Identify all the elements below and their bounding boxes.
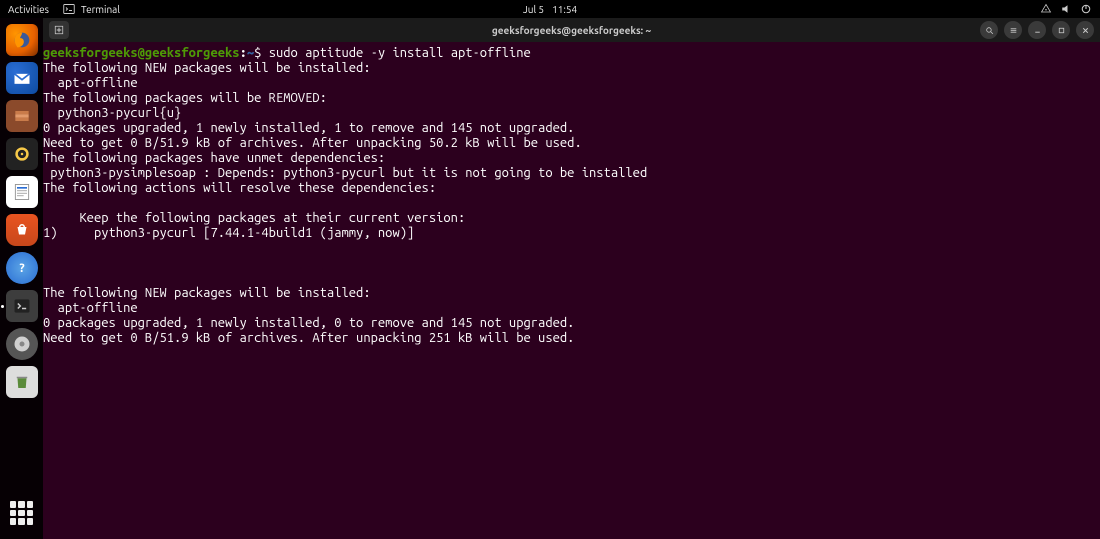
- plus-icon: [53, 24, 65, 36]
- volume-icon: [1060, 3, 1072, 15]
- dock-terminal[interactable]: [6, 290, 38, 322]
- activities-button[interactable]: Activities: [8, 4, 49, 15]
- terminal-small-icon: [63, 3, 75, 15]
- output-line: 0 packages upgraded, 1 newly installed, …: [43, 121, 574, 135]
- clock[interactable]: Jul 5 11:54: [523, 4, 577, 15]
- close-button[interactable]: [1076, 21, 1094, 39]
- output-line: Keep the following packages at their cur…: [43, 211, 465, 225]
- svg-text:?: ?: [19, 262, 24, 275]
- output-line: Need to get 0 B/51.9 kB of archives. Aft…: [43, 136, 582, 150]
- new-tab-button[interactable]: [49, 21, 69, 39]
- window-title: geeksforgeeks@geeksforgeeks: ~: [492, 25, 651, 36]
- network-icon: [1040, 3, 1052, 15]
- software-icon: [13, 221, 31, 239]
- files-icon: [12, 106, 32, 126]
- close-icon: [1081, 26, 1090, 35]
- power-icon: [1080, 3, 1092, 15]
- output-line: The following NEW packages will be insta…: [43, 286, 371, 300]
- prompt-symbol: $: [254, 46, 261, 60]
- maximize-button[interactable]: [1052, 21, 1070, 39]
- terminal-icon: [12, 296, 32, 316]
- system-status-area[interactable]: [1040, 3, 1092, 15]
- output-line: The following NEW packages will be insta…: [43, 61, 371, 75]
- dock-firefox[interactable]: [6, 24, 38, 56]
- hamburger-icon: [1009, 26, 1018, 35]
- gnome-topbar: Activities Terminal Jul 5 11:54: [0, 0, 1100, 18]
- output-line: python3-pysimplesoap : Depends: python3-…: [43, 166, 647, 180]
- prompt-colon: :: [240, 46, 247, 60]
- dock-apps-button[interactable]: [6, 497, 38, 529]
- prompt-user-host: geeksforgeeks@geeksforgeeks: [43, 46, 240, 60]
- terminal-output[interactable]: geeksforgeeks@geeksforgeeks:~$ sudo apti…: [43, 42, 1100, 539]
- output-line: The following packages will be REMOVED:: [43, 91, 327, 105]
- hamburger-menu-button[interactable]: [1004, 21, 1022, 39]
- rhythmbox-icon: [12, 144, 32, 164]
- dock-trash[interactable]: [6, 366, 38, 398]
- command-text: sudo aptitude -y install apt-offline: [269, 46, 531, 60]
- firefox-icon: [11, 29, 33, 51]
- apps-grid-icon: [10, 501, 34, 525]
- output-line: python3-pycurl{u}: [43, 106, 189, 120]
- dock-rhythmbox[interactable]: [6, 138, 38, 170]
- dock-disk[interactable]: [6, 328, 38, 360]
- dock-help[interactable]: ?: [6, 252, 38, 284]
- search-button[interactable]: [980, 21, 998, 39]
- thunderbird-icon: [12, 68, 32, 88]
- current-app-label: Terminal: [81, 4, 120, 15]
- minimize-icon: [1033, 26, 1042, 35]
- help-icon: ?: [13, 259, 31, 277]
- output-line: apt-offline: [43, 301, 145, 315]
- output-line: 1) python3-pycurl [7.44.1-4build1 (jammy…: [43, 226, 480, 240]
- dock-thunderbird[interactable]: [6, 62, 38, 94]
- output-line: 0 packages upgraded, 1 newly installed, …: [43, 316, 574, 330]
- time-label: 11:54: [552, 4, 577, 15]
- ubuntu-dock: ?: [0, 18, 43, 539]
- dock-libreoffice-writer[interactable]: [6, 176, 38, 208]
- current-app-indicator[interactable]: Terminal: [63, 3, 120, 15]
- minimize-button[interactable]: [1028, 21, 1046, 39]
- dock-files[interactable]: [6, 100, 38, 132]
- dock-ubuntu-software[interactable]: [6, 214, 38, 246]
- search-icon: [985, 26, 994, 35]
- terminal-titlebar: geeksforgeeks@geeksforgeeks: ~: [43, 18, 1100, 42]
- trash-icon: [13, 373, 31, 391]
- maximize-icon: [1057, 26, 1066, 35]
- output-line: The following actions will resolve these…: [43, 181, 436, 195]
- output-line: The following packages have unmet depend…: [43, 151, 385, 165]
- writer-icon: [12, 182, 32, 202]
- disk-icon: [12, 334, 32, 354]
- date-label: Jul 5: [523, 4, 544, 15]
- output-line: Need to get 0 B/51.9 kB of archives. Aft…: [43, 331, 574, 345]
- output-line: apt-offline: [43, 76, 145, 90]
